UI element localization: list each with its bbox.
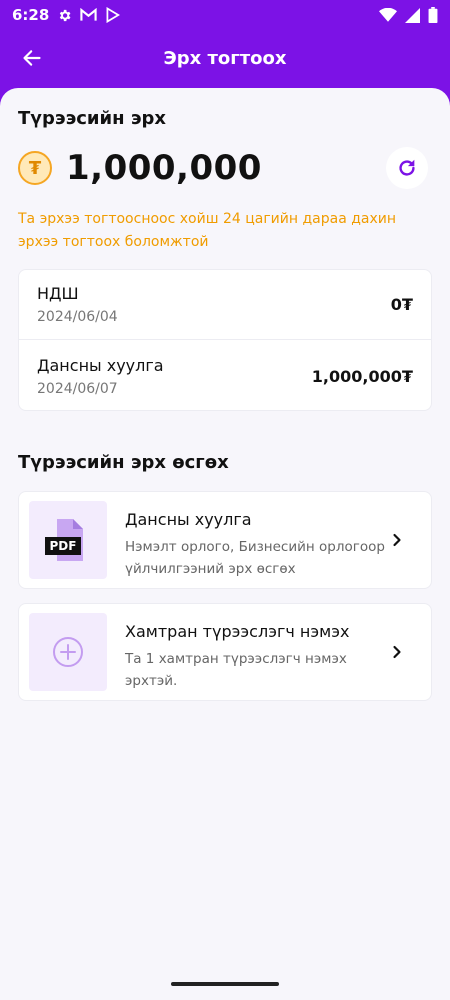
option-description: Нэмэлт орлого, Бизнесийн орлогоор үйлчил…: [125, 539, 385, 577]
tugrik-coin-icon: ₮: [18, 151, 52, 185]
back-button[interactable]: [16, 42, 48, 74]
option-description: Та 1 хамтран түрээслэгч нэмэх эрхтэй.: [125, 651, 347, 689]
refresh-icon: [399, 159, 415, 176]
limit-notice: Та эрхээ тогтоосноос хойш 24 цагийн дара…: [18, 211, 397, 250]
currency-symbol: ₮: [28, 157, 42, 179]
arrow-back-icon: [23, 50, 41, 66]
limit-balance-row: ₮ 1,000,000: [18, 146, 428, 190]
history-amount: 1,000,000₮: [311, 366, 413, 386]
app-bar: Эрх тогтоох: [0, 30, 450, 86]
history-date: 2024/06/07: [37, 380, 118, 397]
history-row: НДШ 2024/06/04 0₮: [19, 270, 431, 340]
page-title: Эрх тогтоох: [163, 47, 287, 69]
status-bar: 6:28: [0, 0, 450, 30]
limit-amount: 1,000,000: [66, 148, 262, 188]
increase-section-title: Түрээсийн эрх өсгөх: [18, 452, 229, 473]
add-circle-icon: [29, 613, 107, 691]
status-time: 6:28: [12, 6, 50, 24]
settings-icon: [60, 9, 71, 21]
option-title: Дансны хуулга: [125, 510, 252, 529]
battery-icon: [428, 7, 438, 23]
limit-history-card: НДШ 2024/06/04 0₮ Дансны хуулга 2024/06/…: [18, 269, 432, 411]
option-add-co-renter[interactable]: Хамтран түрээслэгч нэмэх Та 1 хамтран тү…: [18, 603, 432, 701]
history-label: НДШ: [37, 284, 79, 303]
wifi-icon: [379, 8, 397, 22]
history-label: Дансны хуулга: [37, 355, 164, 375]
pdf-badge: PDF: [50, 539, 77, 553]
refresh-button[interactable]: [386, 147, 428, 189]
chevron-right-icon: [393, 533, 401, 547]
limit-section-title: Түрээсийн эрх: [18, 108, 166, 129]
play-store-icon: [106, 7, 121, 23]
gmail-icon: [80, 8, 97, 21]
signal-icon: [405, 7, 420, 23]
gesture-nav-handle[interactable]: [171, 982, 279, 986]
pdf-file-icon: PDF: [29, 501, 107, 579]
content-panel: Түрээсийн эрх ₮ 1,000,000 Та эрхээ тогто…: [0, 88, 450, 1000]
chevron-right-icon: [393, 645, 401, 659]
history-row: Дансны хуулга 2024/06/07 1,000,000₮: [19, 341, 431, 411]
history-date: 2024/06/04: [37, 309, 118, 325]
option-title: Хамтран түрээслэгч нэмэх: [125, 622, 350, 641]
history-amount: 0₮: [390, 295, 413, 314]
option-bank-statement[interactable]: PDF Дансны хуулга Нэмэлт орлого, Бизнеси…: [18, 491, 432, 589]
